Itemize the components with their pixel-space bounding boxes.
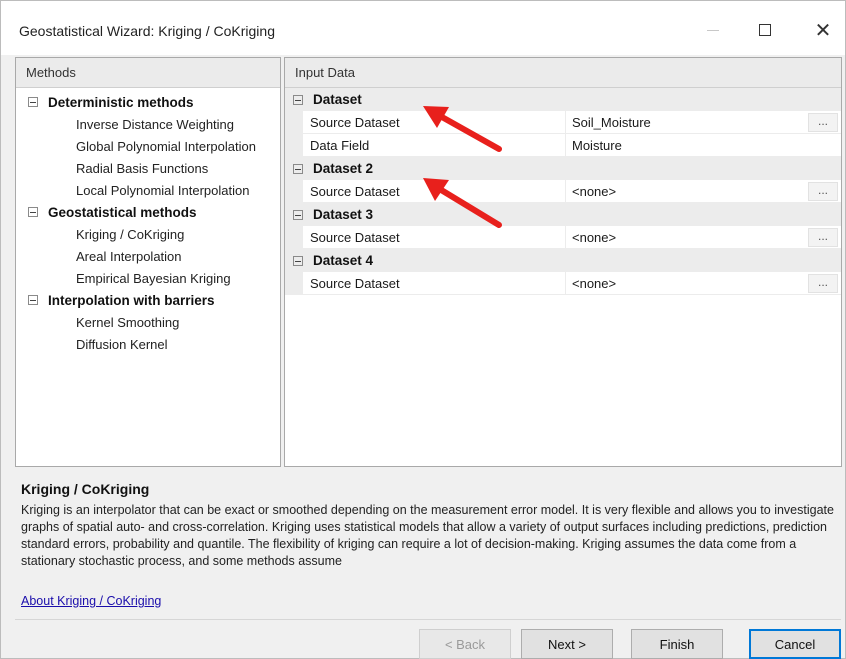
- methods-header: Methods: [16, 58, 280, 88]
- back-button[interactable]: < Back: [419, 629, 511, 659]
- source-dataset-value[interactable]: <none>: [566, 272, 841, 295]
- tree-item-empirical-bayesian[interactable]: Empirical Bayesian Kriging: [16, 267, 280, 289]
- wizard-window: Geostatistical Wizard: Kriging / CoKrigi…: [0, 0, 846, 659]
- property-row: Source Dataset <none> ...: [285, 180, 841, 203]
- browse-button[interactable]: ...: [808, 228, 838, 247]
- tree-group-label: Deterministic methods: [48, 94, 194, 110]
- source-dataset-value[interactable]: <none>: [566, 226, 841, 249]
- source-dataset-value[interactable]: <none>: [566, 180, 841, 203]
- tree-item-radial-basis[interactable]: Radial Basis Functions: [16, 157, 280, 179]
- property-name: Data Field: [303, 134, 566, 157]
- dataset-group-2[interactable]: Dataset 2: [285, 157, 841, 180]
- tree-group-label: Interpolation with barriers: [48, 292, 215, 308]
- browse-button[interactable]: ...: [808, 113, 838, 132]
- property-row: Data Field Moisture: [285, 134, 841, 157]
- tree-item-global-polynomial[interactable]: Global Polynomial Interpolation: [16, 135, 280, 157]
- title-bar: Geostatistical Wizard: Kriging / CoKrigi…: [1, 1, 845, 55]
- tree-group-barriers[interactable]: Interpolation with barriers: [16, 289, 280, 311]
- tree-item-idw[interactable]: Inverse Distance Weighting: [16, 113, 280, 135]
- collapse-icon[interactable]: [28, 207, 38, 217]
- property-row: Source Dataset <none> ...: [285, 272, 841, 295]
- source-dataset-value[interactable]: Soil_Moisture: [566, 111, 841, 134]
- collapse-icon[interactable]: [293, 209, 303, 220]
- tree-item-local-polynomial[interactable]: Local Polynomial Interpolation: [16, 179, 280, 201]
- maximize-button[interactable]: [743, 13, 787, 47]
- tree-item-kriging[interactable]: Kriging / CoKriging: [16, 223, 280, 245]
- browse-button[interactable]: ...: [808, 274, 838, 293]
- collapse-icon[interactable]: [293, 94, 303, 105]
- maximize-icon: [759, 24, 771, 36]
- property-row: Source Dataset Soil_Moisture ...: [285, 111, 841, 134]
- cancel-button[interactable]: Cancel: [749, 629, 841, 659]
- tree-group-deterministic[interactable]: Deterministic methods: [16, 91, 280, 113]
- collapse-icon[interactable]: [293, 255, 303, 266]
- tree-group-geostatistical[interactable]: Geostatistical methods: [16, 201, 280, 223]
- browse-button[interactable]: ...: [808, 182, 838, 201]
- input-data-header: Input Data: [285, 58, 841, 88]
- dataset-group-4[interactable]: Dataset 4: [285, 249, 841, 272]
- minimize-button[interactable]: [691, 13, 735, 47]
- description-title: Kriging / CoKriging: [21, 481, 150, 497]
- property-grid: Dataset Source Dataset Soil_Moisture ...…: [285, 88, 841, 295]
- tree-item-areal-interpolation[interactable]: Areal Interpolation: [16, 245, 280, 267]
- methods-pane: Methods Deterministic methods Inverse Di…: [15, 57, 281, 467]
- minimize-icon: [707, 29, 719, 31]
- dataset-group-label: Dataset 2: [313, 161, 374, 176]
- dataset-group-label: Dataset: [313, 92, 362, 107]
- window-title: Geostatistical Wizard: Kriging / CoKrigi…: [19, 23, 275, 39]
- dataset-group-label: Dataset 3: [313, 207, 374, 222]
- property-row: Source Dataset <none> ...: [285, 226, 841, 249]
- property-name: Source Dataset: [303, 111, 566, 134]
- finish-button[interactable]: Finish: [631, 629, 723, 659]
- input-data-pane: Input Data Dataset Source Dataset Soil_M…: [284, 57, 842, 467]
- data-field-value[interactable]: Moisture: [566, 134, 841, 157]
- property-name: Source Dataset: [303, 180, 566, 203]
- property-name: Source Dataset: [303, 226, 566, 249]
- divider: [15, 619, 841, 620]
- dataset-group-1[interactable]: Dataset: [285, 88, 841, 111]
- collapse-icon[interactable]: [293, 163, 303, 174]
- collapse-icon[interactable]: [28, 295, 38, 305]
- tree-item-kernel-smoothing[interactable]: Kernel Smoothing: [16, 311, 280, 333]
- methods-tree: Deterministic methods Inverse Distance W…: [16, 88, 280, 355]
- collapse-icon[interactable]: [28, 97, 38, 107]
- close-button[interactable]: ✕: [801, 13, 845, 47]
- property-name: Source Dataset: [303, 272, 566, 295]
- about-link[interactable]: About Kriging / CoKriging: [21, 594, 161, 608]
- next-button[interactable]: Next >: [521, 629, 613, 659]
- dataset-group-label: Dataset 4: [313, 253, 374, 268]
- description-text: Kriging is an interpolator that can be e…: [21, 503, 834, 568]
- tree-group-label: Geostatistical methods: [48, 204, 197, 220]
- dataset-group-3[interactable]: Dataset 3: [285, 203, 841, 226]
- tree-item-diffusion-kernel[interactable]: Diffusion Kernel: [16, 333, 280, 355]
- close-icon: ✕: [814, 18, 832, 42]
